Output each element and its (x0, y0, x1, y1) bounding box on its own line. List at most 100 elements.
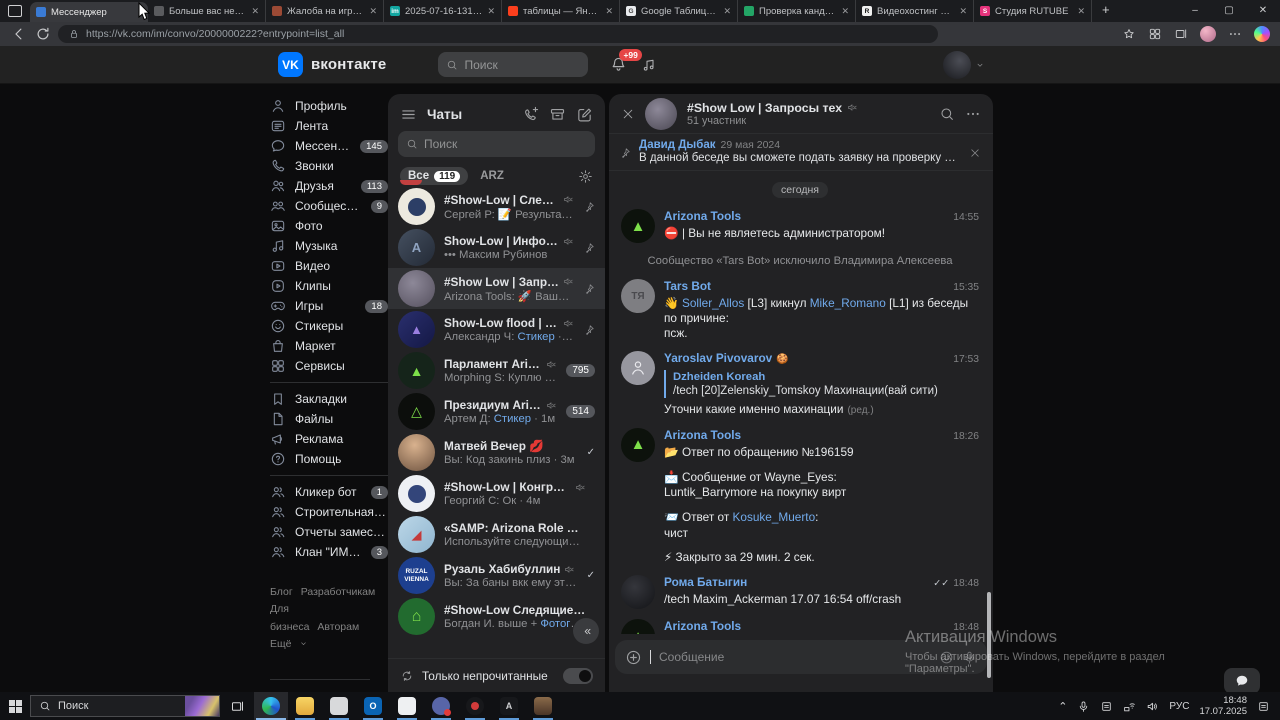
sidebar-item-communities[interactable]: Сообщества 9 (270, 196, 388, 216)
sidebar-chat-clicker-bot[interactable]: Кликер бот 1 (270, 482, 388, 502)
chat-row[interactable]: ▲ Show-Low flood | Курилка | Ко… Алексан… (388, 309, 605, 350)
vk-logo[interactable]: VK (278, 52, 303, 77)
link-developers[interactable]: Разработчикам (301, 586, 376, 598)
volume-icon[interactable] (1146, 700, 1159, 713)
browser-profile-avatar[interactable] (1200, 26, 1216, 42)
menu-burger-icon[interactable] (400, 106, 417, 123)
browser-tab[interactable]: G Google Таблицы онла ✕ (620, 0, 738, 22)
unread-only-switch[interactable] (563, 667, 593, 684)
chat-row[interactable]: A Show-Low | Информация ••• Максим Рубин… (388, 227, 605, 268)
vk-brand[interactable]: вконтакте (311, 56, 386, 73)
browser-tab-active[interactable]: Мессенджер (30, 2, 148, 22)
tray-mic-icon[interactable] (1077, 700, 1090, 713)
sidebar-item-ads[interactable]: Реклама (270, 429, 388, 449)
link-business[interactable]: Для бизнеса (270, 603, 309, 632)
sidebar-item-market[interactable]: Маркет (270, 336, 388, 356)
filter-arz[interactable]: ARZ (480, 170, 504, 182)
browser-tab[interactable]: таблицы — Яндекс на ✕ (502, 0, 620, 22)
sidebar-item-calls[interactable]: Звонки (270, 156, 388, 176)
gear-icon[interactable] (578, 169, 593, 184)
taskbar-app-arizona[interactable]: A (492, 692, 526, 720)
sidebar-item-files[interactable]: Файлы (270, 409, 388, 429)
mention-link[interactable]: Soller_Allos (682, 296, 744, 310)
tray-app-icon[interactable] (1100, 700, 1113, 713)
window-minimize-button[interactable]: – (1178, 0, 1212, 22)
browser-tab[interactable]: im 2025-07-16-131455 ho ✕ (384, 0, 502, 22)
extension-icon[interactable] (1148, 27, 1162, 41)
sender-avatar[interactable]: ТЯ (621, 279, 655, 313)
sender-avatar[interactable] (621, 351, 655, 386)
tab-close-icon[interactable]: ✕ (487, 6, 495, 17)
chat-row[interactable]: Матвей Вечер 💋 Вы: Код закинь плиз · 3м … (388, 432, 605, 473)
taskbar-app-sheets[interactable] (390, 692, 424, 720)
taskbar-search[interactable]: Поиск (30, 695, 220, 717)
taskbar-app-outlook[interactable]: O (356, 692, 390, 720)
window-maximize-button[interactable]: ▢ (1212, 0, 1246, 22)
url-field[interactable]: https://vk.com/im/convo/2000000222?entry… (58, 25, 938, 43)
notification-center-icon[interactable] (1257, 700, 1270, 713)
tab-search-icon[interactable] (8, 5, 22, 17)
pinned-message[interactable]: Давид Дыбак 29 мая 2024 В данной беседе в… (609, 134, 993, 171)
mention-link[interactable]: Kosuke_Muerto (733, 510, 816, 524)
sidebar-chat-clan[interactable]: Клан "ИМПЕР..." 3 (270, 542, 388, 562)
sender-name[interactable]: Arizona Tools (664, 619, 741, 634)
tab-close-icon[interactable]: ✕ (251, 6, 259, 17)
sidebar-item-music[interactable]: Музыка (270, 236, 388, 256)
sidebar-item-games[interactable]: Игры 18 (270, 296, 388, 316)
link-more[interactable]: Ещё (270, 638, 291, 650)
clock[interactable]: 18:48 17.07.2025 (1199, 695, 1247, 718)
link-blog[interactable]: Блог (270, 586, 293, 598)
chat-row[interactable]: RUZAL VIENNA Рузаль Хабибуллин Вы: За бан… (388, 555, 605, 596)
sender-name[interactable]: Arizona Tools (664, 209, 741, 224)
chat-row-selected[interactable]: #Show Low | Запросы тех Arizona Tools: 🚀… (388, 268, 605, 309)
attach-icon[interactable] (625, 649, 642, 666)
new-tab-button[interactable]: + (1092, 0, 1120, 22)
browser-tab[interactable]: Больше вас не брошу ✕ (148, 0, 266, 22)
sender-avatar[interactable]: ▲ (621, 209, 655, 243)
unpin-close-icon[interactable] (969, 147, 981, 159)
sidebar-chat-construction[interactable]: Строительная Ко... (270, 502, 388, 522)
close-conversation-icon[interactable] (621, 107, 635, 121)
language-indicator[interactable]: РУС (1169, 701, 1189, 712)
new-call-icon[interactable] (522, 106, 539, 123)
sidebar-item-video[interactable]: Видео (270, 256, 388, 276)
sidebar-item-clips[interactable]: Клипы (270, 276, 388, 296)
browser-menu-icon[interactable] (1228, 27, 1242, 41)
mic-icon[interactable] (962, 650, 977, 665)
sender-avatar[interactable] (621, 575, 655, 610)
start-button[interactable] (0, 699, 30, 713)
sidebar-item-photos[interactable]: Фото (270, 216, 388, 236)
sidebar-item-bookmarks[interactable]: Закладки (270, 389, 388, 409)
sender-name[interactable]: Yaroslav Pivovarov (664, 351, 772, 366)
reply-quote[interactable]: Dzheiden Koreah /tech [20]Zelenskiy_Toms… (664, 369, 979, 399)
sidebar-item-feed[interactable]: Лента (270, 116, 388, 136)
tab-close-icon[interactable]: ✕ (959, 6, 967, 17)
more-options-icon[interactable] (965, 106, 981, 122)
taskbar-app-recorder[interactable] (458, 692, 492, 720)
sender-avatar[interactable]: ▲ (621, 427, 655, 462)
task-view-button[interactable] (220, 692, 254, 720)
sender-name[interactable]: Tars Bot (664, 279, 711, 294)
tab-close-icon[interactable]: ✕ (1077, 6, 1085, 17)
conversation-avatar[interactable] (645, 97, 677, 130)
taskbar-app-discord[interactable] (424, 692, 458, 720)
network-icon[interactable] (1123, 700, 1136, 713)
chat-row[interactable]: #Show-Low | Конгресс Георгий С: Ок · 4м (388, 473, 605, 514)
chat-row[interactable]: △ Президиум Arizona Tools Артем Д: Стике… (388, 391, 605, 432)
browser-tab[interactable]: S Студия RUTUBE ✕ (974, 0, 1092, 22)
global-search-input[interactable]: Поиск (438, 52, 589, 77)
search-in-chat-icon[interactable] (939, 106, 955, 122)
back-icon[interactable] (10, 25, 28, 43)
sidebar-item-services[interactable]: Сервисы (270, 356, 388, 376)
conversation-title[interactable]: #Show Low | Запросы тех (687, 101, 842, 115)
compose-icon[interactable] (576, 106, 593, 123)
chat-search-input[interactable]: Поиск (398, 131, 595, 157)
taskbar-app-edge[interactable] (254, 692, 288, 720)
tray-expand-icon[interactable]: ⌃ (1058, 700, 1067, 713)
music-button[interactable] (641, 57, 657, 73)
chat-row[interactable]: ▲ Парламент Arizona Tools Morphing S: Ку… (388, 350, 605, 391)
sidebar-item-messenger[interactable]: Мессенджер 145 (270, 136, 388, 156)
sender-avatar[interactable]: ▲ (621, 619, 655, 634)
chat-row[interactable]: ◢ «SAMP: Arizona Role Play» — онла… Испо… (388, 514, 605, 555)
message-input[interactable]: Сообщение (615, 640, 987, 674)
